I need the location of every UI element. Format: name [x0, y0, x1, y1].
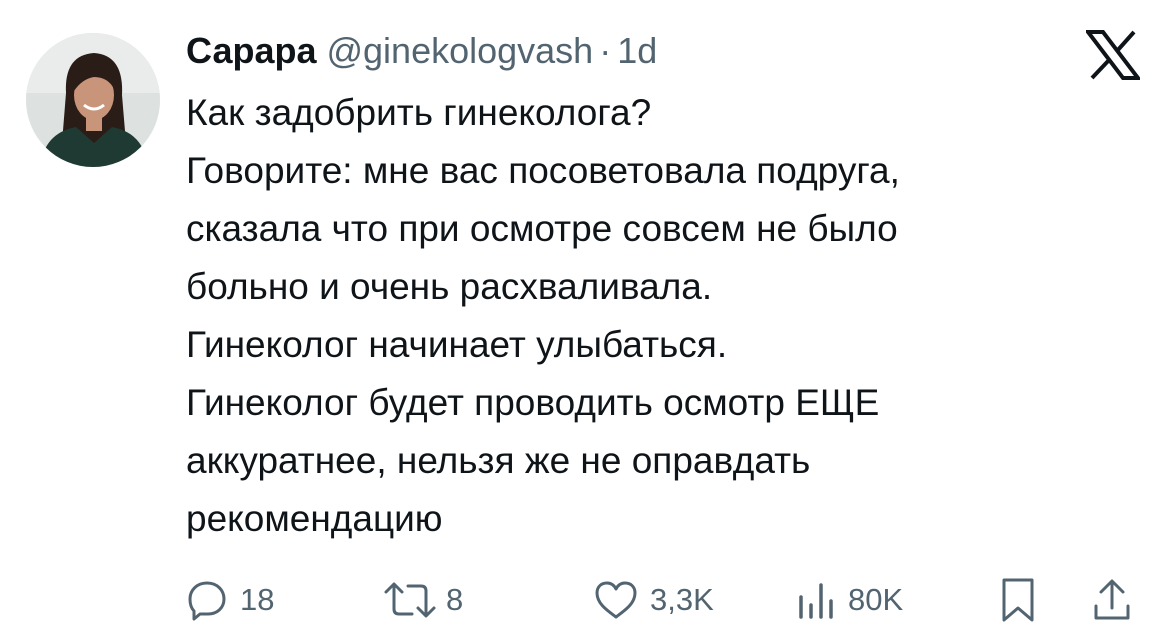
- retweet-button[interactable]: 8: [382, 570, 463, 630]
- reply-icon: [188, 581, 226, 621]
- display-name[interactable]: Сарара: [186, 30, 316, 72]
- bookmark-icon: [1002, 578, 1034, 622]
- share-button[interactable]: [1092, 570, 1132, 630]
- tweet-line: сказала что при осмотре совсем не было: [186, 208, 898, 249]
- user-handle[interactable]: @ginekologvash: [326, 30, 593, 72]
- separator-dot: ·: [599, 30, 612, 71]
- tweet-line: больно и очень расхваливала.: [186, 266, 713, 307]
- timestamp[interactable]: 1d: [617, 30, 657, 72]
- tweet-line: Гинеколог начинает улыбаться.: [186, 324, 728, 365]
- bookmark-button[interactable]: [1000, 570, 1036, 630]
- tweet-line: аккуратнее, нельзя же не оправдать: [186, 440, 811, 481]
- tweet-text: Как задобрить гинеколога? Говорите: мне …: [186, 84, 1086, 548]
- tweet-header: Сарара @ginekologvash · 1d: [186, 30, 657, 74]
- views-chart-icon: [799, 583, 833, 619]
- views-count: 80K: [848, 582, 904, 617]
- avatar[interactable]: [26, 33, 160, 167]
- views-button[interactable]: 80K: [796, 570, 903, 630]
- x-logo-icon: [1083, 30, 1143, 80]
- share-icon: [1094, 579, 1130, 620]
- retweet-icon: [384, 582, 436, 618]
- reply-button[interactable]: 18: [186, 570, 274, 630]
- retweet-count: 8: [446, 582, 464, 617]
- tweet-line: Гинеколог будет проводить осмотр ЕЩЕ: [186, 382, 880, 423]
- like-button[interactable]: 3,3K: [594, 570, 714, 630]
- reply-count: 18: [240, 582, 275, 617]
- heart-icon: [595, 581, 637, 619]
- tweet-line: рекомендацию: [186, 498, 443, 539]
- tweet-line: Говорите: мне вас посоветовала подруга,: [186, 150, 900, 191]
- action-bar: 18 8 3,3K 80K: [186, 570, 1146, 630]
- like-count: 3,3K: [650, 582, 714, 617]
- avatar-photo: [26, 33, 160, 167]
- tweet-line: Как задобрить гинеколога?: [186, 92, 652, 133]
